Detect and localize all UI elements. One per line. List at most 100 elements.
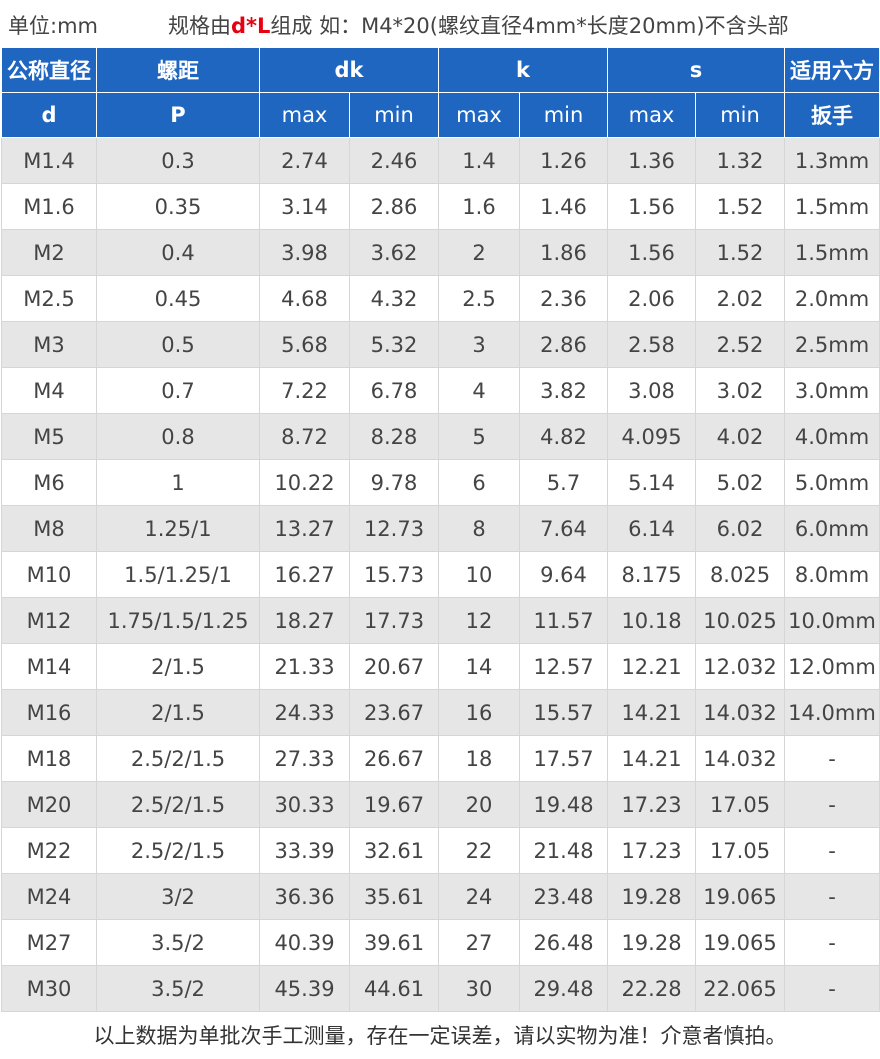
cell-diameter: M16 — [1, 689, 97, 736]
cell-k-max: 27 — [438, 919, 520, 966]
table-row: M27 3.5/2 40.39 39.61 27 26.48 19.28 19.065- — [1, 919, 880, 966]
cell-s-max: 3.08 — [607, 367, 696, 414]
cell-pitch: 1.5/1.25/1 — [96, 551, 260, 598]
cell-hex-wrench: 2.5mm — [784, 321, 880, 368]
cell-diameter: M30 — [1, 965, 97, 1012]
cell-hex-wrench: 10.0mm — [784, 597, 880, 644]
cell-s-max: 22.28 — [607, 965, 696, 1012]
header-s-max: max — [607, 92, 696, 138]
cell-s-max: 8.175 — [607, 551, 696, 598]
cell-dk-max: 36.36 — [259, 873, 350, 920]
cell-s-max: 19.28 — [607, 919, 696, 966]
cell-k-max: 12 — [438, 597, 520, 644]
cell-k-max: 6 — [438, 459, 520, 506]
header-d-top: 公称直径 — [1, 47, 97, 93]
footer-note: 以上数据为单批次手工测量，存在一定误差，请以实物为准！介意者慎拍。 — [0, 1013, 880, 1059]
cell-pitch: 3.5/2 — [96, 919, 260, 966]
cell-diameter: M22 — [1, 827, 97, 874]
table-row: M14 2/1.5 21.33 20.67 14 12.57 12.21 12.032 12.0… — [1, 643, 880, 690]
cell-dk-max: 10.22 — [259, 459, 350, 506]
cell-s-min: 17.05 — [695, 781, 785, 828]
cell-hex-wrench: 1.5mm — [784, 229, 880, 276]
cell-s-max: 4.095 — [607, 413, 696, 460]
cell-hex-wrench: 12.0mm — [784, 643, 880, 690]
cell-dk-min: 23.67 — [349, 689, 439, 736]
cell-k-max: 14 — [438, 643, 520, 690]
cell-s-max: 2.06 — [607, 275, 696, 322]
cell-pitch: 0.8 — [96, 413, 260, 460]
cell-pitch: 0.3 — [96, 137, 260, 184]
cell-k-max: 8 — [438, 505, 520, 552]
cell-s-min: 6.02 — [695, 505, 785, 552]
cell-k-max: 16 — [438, 689, 520, 736]
cell-k-min: 9.64 — [519, 551, 608, 598]
cell-diameter: M24 — [1, 873, 97, 920]
header-p-bottom: P — [96, 92, 260, 138]
cell-diameter: M18 — [1, 735, 97, 782]
cell-pitch: 1 — [96, 459, 260, 506]
cell-s-min: 2.02 — [695, 275, 785, 322]
cell-pitch: 2/1.5 — [96, 689, 260, 736]
cell-k-max: 3 — [438, 321, 520, 368]
cell-s-min: 14.032 — [695, 689, 785, 736]
cell-dk-max: 2.74 — [259, 137, 350, 184]
cell-k-max: 2 — [438, 229, 520, 276]
cell-hex-wrench: - — [784, 919, 880, 966]
cell-k-min: 1.26 — [519, 137, 608, 184]
cell-pitch: 0.4 — [96, 229, 260, 276]
cell-k-max: 10 — [438, 551, 520, 598]
header-dk: dk — [259, 47, 439, 93]
cell-diameter: M2.5 — [1, 275, 97, 322]
cell-dk-max: 33.39 — [259, 827, 350, 874]
table-row: M16 2/1.5 24.33 23.67 16 15.57 14.21 14.032 14.0… — [1, 689, 880, 736]
cell-dk-min: 4.32 — [349, 275, 439, 322]
table-row: M1.4 0.3 2.74 2.46 1.4 1.26 1.36 1.32 1.3mm — [1, 137, 880, 184]
cell-diameter: M2 — [1, 229, 97, 276]
cell-s-max: 12.21 — [607, 643, 696, 690]
cell-s-min: 12.032 — [695, 643, 785, 690]
cell-hex-wrench: - — [784, 781, 880, 828]
cell-diameter: M3 — [1, 321, 97, 368]
cell-dk-min: 3.62 — [349, 229, 439, 276]
table-header: 公称直径 螺距 dk k s 适用六方 d P max min max min … — [1, 47, 880, 138]
cell-pitch: 2/1.5 — [96, 643, 260, 690]
cell-k-max: 2.5 — [438, 275, 520, 322]
cell-diameter: M1.6 — [1, 183, 97, 230]
cell-k-max: 30 — [438, 965, 520, 1012]
cell-k-max: 22 — [438, 827, 520, 874]
header-p-top: 螺距 — [96, 47, 260, 93]
cell-s-min: 3.02 — [695, 367, 785, 414]
cell-s-min: 1.32 — [695, 137, 785, 184]
cell-dk-max: 27.33 — [259, 735, 350, 782]
cell-s-max: 17.23 — [607, 827, 696, 874]
cell-dk-max: 8.72 — [259, 413, 350, 460]
header-d-bottom: d — [1, 92, 97, 138]
cell-pitch: 3.5/2 — [96, 965, 260, 1012]
cell-dk-max: 7.22 — [259, 367, 350, 414]
cell-s-max: 6.14 — [607, 505, 696, 552]
cell-k-min: 7.64 — [519, 505, 608, 552]
cell-k-max: 4 — [438, 367, 520, 414]
cell-dk-min: 2.46 — [349, 137, 439, 184]
cell-dk-min: 15.73 — [349, 551, 439, 598]
cell-k-min: 3.82 — [519, 367, 608, 414]
cell-s-min: 22.065 — [695, 965, 785, 1012]
cell-k-min: 17.57 — [519, 735, 608, 782]
table-row: M18 2.5/2/1.5 27.33 26.67 18 17.57 14.21 14.032… — [1, 735, 880, 782]
table-body: M1.4 0.3 2.74 2.46 1.4 1.26 1.36 1.32 1.3mm M1.6 0… — [1, 137, 880, 1012]
cell-s-max: 2.58 — [607, 321, 696, 368]
cell-hex-wrench: 6.0mm — [784, 505, 880, 552]
cell-dk-min: 19.67 — [349, 781, 439, 828]
cell-hex-wrench: - — [784, 735, 880, 782]
cell-s-min: 2.52 — [695, 321, 785, 368]
cell-pitch: 0.45 — [96, 275, 260, 322]
cell-k-min: 11.57 — [519, 597, 608, 644]
cell-s-max: 17.23 — [607, 781, 696, 828]
cell-dk-max: 45.39 — [259, 965, 350, 1012]
cell-diameter: M8 — [1, 505, 97, 552]
cell-diameter: M27 — [1, 919, 97, 966]
cell-diameter: M4 — [1, 367, 97, 414]
cell-s-max: 10.18 — [607, 597, 696, 644]
cell-k-max: 1.6 — [438, 183, 520, 230]
cell-k-max: 20 — [438, 781, 520, 828]
